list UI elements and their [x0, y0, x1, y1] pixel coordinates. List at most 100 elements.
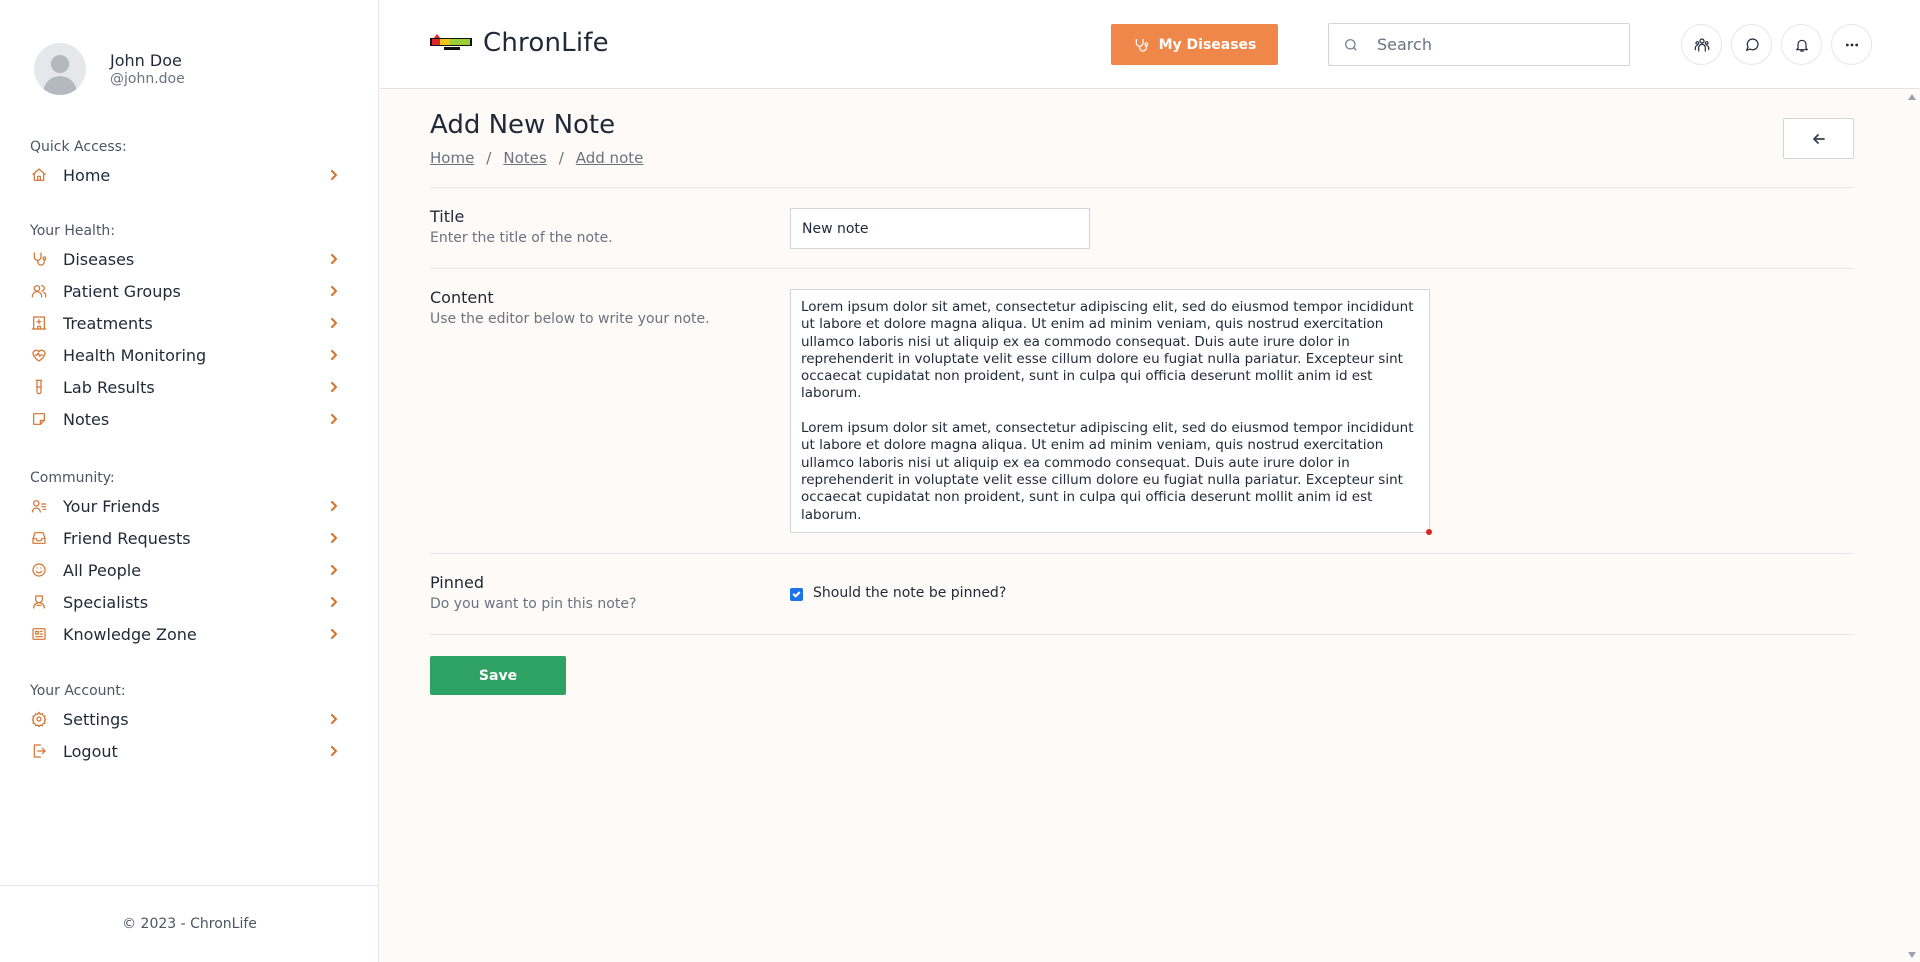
chevron-right-icon: [328, 713, 340, 725]
sidebar: John Doe @john.doe Quick Access: Home Yo…: [0, 0, 379, 962]
home-icon: [30, 166, 48, 184]
title-label: Title: [430, 207, 465, 226]
sidebar-item-settings[interactable]: Settings: [30, 703, 340, 735]
breadcrumb: Home / Notes / Add note: [430, 149, 643, 167]
my-diseases-button[interactable]: My Diseases: [1111, 24, 1278, 65]
divider: [430, 553, 1854, 554]
nav-section-community: Community: Your Friends Friend Requests …: [30, 470, 340, 650]
sidebar-item-home[interactable]: Home: [30, 159, 340, 191]
stethoscope-icon: [1135, 38, 1148, 52]
content-label: Content: [430, 288, 494, 307]
title-help: Enter the title of the note.: [430, 230, 613, 246]
chevron-right-icon: [328, 169, 340, 181]
sidebar-item-health-monitoring[interactable]: Health Monitoring: [30, 339, 340, 371]
sidebar-item-label: Friend Requests: [63, 528, 191, 548]
search-box[interactable]: [1328, 23, 1630, 66]
sidebar-item-label: Notes: [63, 409, 110, 429]
sidebar-item-notes[interactable]: Notes: [30, 403, 340, 435]
logo-mark-icon: [430, 33, 472, 53]
gear-icon: [30, 710, 48, 728]
community-button[interactable]: [1681, 24, 1722, 65]
logo[interactable]: ChronLife: [430, 28, 609, 58]
search-input[interactable]: [1377, 35, 1617, 54]
pinned-help: Do you want to pin this note?: [430, 596, 637, 612]
sidebar-item-label: Specialists: [63, 592, 149, 612]
user-name: John Doe: [110, 51, 182, 70]
pinned-label: Pinned: [430, 573, 485, 592]
scroll-up-arrow-icon[interactable]: [1908, 94, 1916, 100]
stethoscope-icon: [30, 250, 48, 268]
sidebar-item-treatments[interactable]: Treatments: [30, 307, 340, 339]
breadcrumb-add-note[interactable]: Add note: [576, 149, 644, 167]
arrow-left-icon: [1812, 133, 1825, 144]
breadcrumb-notes[interactable]: Notes: [503, 149, 546, 167]
chevron-right-icon: [328, 349, 340, 361]
chevron-right-icon: [328, 596, 340, 608]
nav-heading: Quick Access:: [30, 139, 127, 155]
content-textarea[interactable]: Lorem ipsum dolor sit amet, consectetur …: [790, 289, 1430, 533]
sidebar-item-label: All People: [63, 560, 142, 580]
avatar: [34, 43, 86, 95]
sidebar-item-diseases[interactable]: Diseases: [30, 243, 340, 275]
search-icon: [1345, 38, 1357, 51]
chevron-right-icon: [328, 253, 340, 265]
resize-handle[interactable]: [1426, 529, 1432, 535]
divider: [430, 268, 1854, 269]
sidebar-item-label: Diseases: [63, 249, 135, 269]
sidebar-item-label: Patient Groups: [63, 281, 181, 301]
smile-icon: [30, 561, 48, 579]
sidebar-item-all-people[interactable]: All People: [30, 554, 340, 586]
my-diseases-label: My Diseases: [1158, 36, 1257, 53]
sidebar-item-patient-groups[interactable]: Patient Groups: [30, 275, 340, 307]
user-list-icon: [30, 497, 48, 515]
chevron-right-icon: [328, 628, 340, 640]
chat-bubble-icon: [1745, 37, 1759, 51]
sidebar-item-logout[interactable]: Logout: [30, 735, 340, 767]
page-title: Add New Note: [430, 110, 616, 140]
topbar: ChronLife My Diseases: [380, 0, 1920, 89]
doctor-icon: [30, 593, 48, 611]
title-input[interactable]: New note: [790, 208, 1090, 249]
nav-section-quick-access: Quick Access: Home: [30, 139, 340, 191]
divider: [430, 634, 1854, 635]
save-button[interactable]: Save: [430, 656, 566, 695]
sidebar-item-friend-requests[interactable]: Friend Requests: [30, 522, 340, 554]
scroll-down-arrow-icon[interactable]: [1908, 952, 1916, 958]
divider: [430, 187, 1854, 188]
pinned-checkbox[interactable]: [790, 588, 803, 601]
notifications-button[interactable]: [1781, 24, 1822, 65]
sidebar-item-specialists[interactable]: Specialists: [30, 586, 340, 618]
sidebar-item-knowledge-zone[interactable]: Knowledge Zone: [30, 618, 340, 650]
sidebar-item-your-friends[interactable]: Your Friends: [30, 490, 340, 522]
breadcrumb-home[interactable]: Home: [430, 149, 474, 167]
inbox-icon: [30, 529, 48, 547]
scrollbar[interactable]: [1905, 90, 1920, 962]
logout-icon: [30, 742, 48, 760]
users-icon: [30, 282, 48, 300]
bell-icon: [1795, 39, 1808, 52]
chevron-right-icon: [328, 564, 340, 576]
sidebar-item-label: Treatments: [63, 313, 153, 333]
back-button[interactable]: [1783, 118, 1854, 159]
content-help: Use the editor below to write your note.: [430, 311, 710, 327]
sidebar-item-label: Health Monitoring: [63, 345, 207, 365]
logo-text: ChronLife: [483, 28, 609, 58]
more-horizontal-icon: [1845, 43, 1858, 46]
user-profile[interactable]: John Doe @john.doe: [34, 43, 185, 95]
more-options-button[interactable]: [1831, 24, 1872, 65]
sidebar-item-label: Home: [63, 165, 111, 185]
chevron-right-icon: [328, 500, 340, 512]
people-icon: [1694, 37, 1709, 52]
sidebar-item-label: Your Friends: [63, 496, 160, 516]
messages-button[interactable]: [1731, 24, 1772, 65]
sidebar-item-label: Knowledge Zone: [63, 624, 197, 644]
chevron-right-icon: [328, 532, 340, 544]
chevron-right-icon: [328, 413, 340, 425]
chevron-right-icon: [328, 285, 340, 297]
chevron-right-icon: [328, 381, 340, 393]
content-paragraph: Lorem ipsum dolor sit amet, consectetur …: [801, 299, 1414, 402]
content-paragraph: Lorem ipsum dolor sit amet, consectetur …: [801, 420, 1414, 523]
pinned-checkbox-label[interactable]: Should the note be pinned?: [813, 585, 1006, 601]
sidebar-item-lab-results[interactable]: Lab Results: [30, 371, 340, 403]
sidebar-item-label: Logout: [63, 741, 118, 761]
